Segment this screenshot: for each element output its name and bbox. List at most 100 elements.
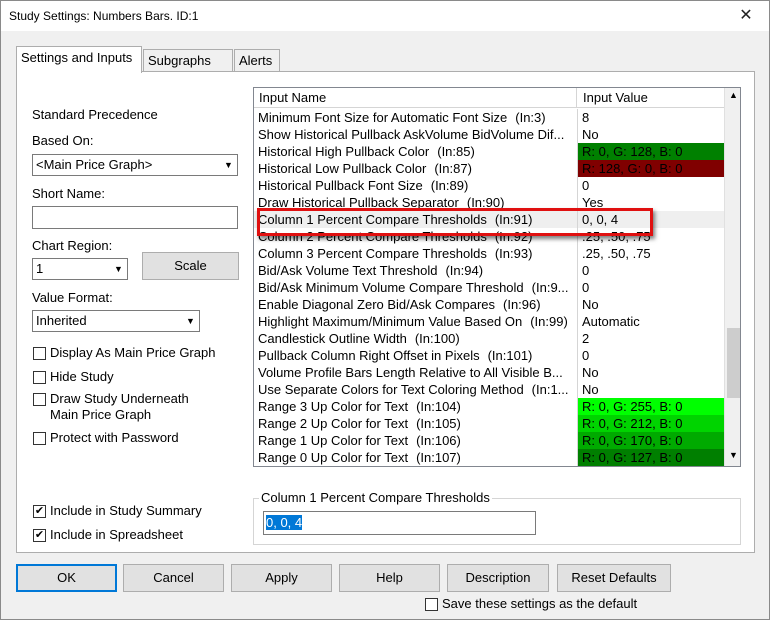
scroll-up-icon[interactable]: ▲ — [725, 90, 740, 104]
scrollbar-thumb[interactable] — [727, 328, 740, 398]
input-name-cell: Highlight Maximum/Minimum Value Based On… — [258, 314, 576, 329]
protect-with-password-checkbox[interactable] — [33, 432, 46, 445]
input-value-cell[interactable]: .25, .50, .75 — [578, 245, 724, 262]
chart-region-dropdown[interactable]: 1 ▼ — [32, 258, 128, 280]
table-row[interactable]: Historical High Pullback Color (In:85) R: … — [254, 143, 724, 160]
column-header-input-name[interactable]: Input Name — [254, 88, 577, 108]
tab-alerts[interactable]: Alerts — [234, 49, 280, 72]
edit-value-text: 0, 0, 4 — [266, 515, 303, 530]
table-row[interactable]: Historical Pullback Font Size (In:89) 0 — [254, 177, 724, 194]
chart-region-value: 1 — [36, 261, 44, 276]
table-row[interactable]: Minimum Font Size for Automatic Font Siz… — [254, 109, 724, 126]
input-number-text: (In:3) — [515, 110, 546, 125]
input-name-cell: Bid/Ask Minimum Volume Compare Threshold… — [258, 280, 576, 295]
input-value-cell[interactable]: No — [578, 126, 724, 143]
include-in-study-summary-checkbox[interactable]: ✔ — [33, 505, 46, 518]
input-name-text: Historical High Pullback Color — [258, 144, 430, 159]
input-number-text: (In:89) — [430, 178, 469, 193]
table-row[interactable]: Bid/Ask Minimum Volume Compare Threshold… — [254, 279, 724, 296]
input-value-cell[interactable]: Automatic — [578, 313, 724, 330]
input-value-cell[interactable]: 8 — [578, 109, 724, 126]
edit-value-input[interactable]: 0, 0, 4 — [263, 511, 536, 535]
table-row[interactable]: Highlight Maximum/Minimum Value Based On… — [254, 313, 724, 330]
grid-rows: Minimum Font Size for Automatic Font Siz… — [254, 109, 724, 466]
input-number-text: (In:94) — [445, 263, 484, 278]
ok-button[interactable]: OK — [16, 564, 117, 592]
input-name-text: Bid/Ask Minimum Volume Compare Threshold — [258, 280, 524, 295]
input-value-cell[interactable]: R: 0, G: 255, B: 0 — [578, 398, 724, 415]
input-name-cell: Minimum Font Size for Automatic Font Siz… — [258, 110, 576, 125]
based-on-value: <Main Price Graph> — [36, 157, 153, 172]
scroll-down-icon[interactable]: ▼ — [725, 450, 740, 464]
table-row[interactable]: Pullback Column Right Offset in Pixels (I… — [254, 347, 724, 364]
short-name-input[interactable] — [32, 206, 238, 229]
input-value-cell[interactable]: 0 — [578, 177, 724, 194]
close-icon[interactable]: ✕ — [723, 1, 769, 31]
input-value-cell[interactable]: 0 — [578, 347, 724, 364]
table-row[interactable]: Range 1 Up Color for Text (In:106) R: 0, G… — [254, 432, 724, 449]
column-header-input-value[interactable]: Input Value — [578, 88, 724, 108]
checkmark-icon: ✔ — [34, 505, 45, 517]
scale-button[interactable]: Scale — [142, 252, 239, 280]
title-bar: Study Settings: Numbers Bars. ID:1 ✕ — [1, 1, 769, 31]
table-row[interactable]: Range 3 Up Color for Text (In:104) R: 0, G… — [254, 398, 724, 415]
input-name-cell: Use Separate Colors for Text Coloring Me… — [258, 382, 576, 397]
input-value-cell[interactable]: 0 — [578, 262, 724, 279]
input-name-text: Column 3 Percent Compare Thresholds — [258, 246, 487, 261]
description-button[interactable]: Description — [447, 564, 549, 592]
input-name-text: Pullback Column Right Offset in Pixels — [258, 348, 480, 363]
input-number-text: (In:96) — [503, 297, 541, 312]
input-number-text: (In:93) — [494, 246, 533, 261]
table-row[interactable]: Bid/Ask Volume Text Threshold (In:94) 0 — [254, 262, 724, 279]
include-in-spreadsheet-checkbox[interactable]: ✔ — [33, 529, 46, 542]
save-as-default-checkbox[interactable] — [425, 598, 438, 611]
input-name-text: Enable Diagonal Zero Bid/Ask Compares — [258, 297, 496, 312]
help-button[interactable]: Help — [339, 564, 440, 592]
table-row[interactable]: Enable Diagonal Zero Bid/Ask Compares (In… — [254, 296, 724, 313]
input-number-text: (In:104) — [416, 399, 461, 414]
input-number-text: (In:99) — [530, 314, 568, 329]
input-name-cell: Range 0 Up Color for Text (In:107) — [258, 450, 576, 465]
input-number-text: (In:107) — [416, 450, 461, 465]
hide-study-checkbox[interactable] — [33, 371, 46, 384]
input-name-cell: Historical Pullback Font Size (In:89) — [258, 178, 576, 193]
table-row[interactable]: Column 3 Percent Compare Thresholds (In:9… — [254, 245, 724, 262]
short-name-label: Short Name: — [32, 186, 105, 201]
value-format-dropdown[interactable]: Inherited ▼ — [32, 310, 200, 332]
draw-study-underneath-checkbox[interactable] — [33, 393, 46, 406]
input-value-cell[interactable]: R: 128, G: 0, B: 0 — [578, 160, 724, 177]
table-row[interactable]: Range 0 Up Color for Text (In:107) R: 0, G… — [254, 449, 724, 466]
input-number-text: (In:1... — [531, 382, 569, 397]
cancel-button[interactable]: Cancel — [123, 564, 224, 592]
input-value-cell[interactable]: No — [578, 296, 724, 313]
table-row[interactable]: Show Historical Pullback AskVolume BidVo… — [254, 126, 724, 143]
protect-with-password-label: Protect with Password — [50, 430, 179, 445]
input-value-cell[interactable]: No — [578, 381, 724, 398]
based-on-dropdown[interactable]: <Main Price Graph> ▼ — [32, 154, 238, 176]
input-value-cell[interactable]: 2 — [578, 330, 724, 347]
input-value-cell[interactable]: R: 0, G: 128, B: 0 — [578, 143, 724, 160]
display-as-main-price-graph-label: Display As Main Price Graph — [50, 345, 216, 360]
table-row[interactable]: Volume Profile Bars Length Relative to A… — [254, 364, 724, 381]
table-row[interactable]: Use Separate Colors for Text Coloring Me… — [254, 381, 724, 398]
input-value-cell[interactable]: R: 0, G: 127, B: 0 — [578, 449, 724, 466]
tab-subgraphs[interactable]: Subgraphs — [143, 49, 233, 72]
table-row[interactable]: Range 2 Up Color for Text (In:105) R: 0, G… — [254, 415, 724, 432]
hide-study-label: Hide Study — [50, 369, 114, 384]
input-value-cell[interactable]: R: 0, G: 212, B: 0 — [578, 415, 724, 432]
input-name-text: Historical Pullback Font Size — [258, 178, 423, 193]
value-format-value: Inherited — [36, 313, 87, 328]
reset-defaults-button[interactable]: Reset Defaults — [557, 564, 671, 592]
grid-scrollbar[interactable]: ▲ ▼ — [724, 88, 740, 466]
input-value-cell[interactable]: 0 — [578, 279, 724, 296]
display-as-main-price-graph-checkbox[interactable] — [33, 347, 46, 360]
inputs-grid[interactable]: Input Name Input Value Minimum Font Size… — [253, 87, 741, 467]
table-row[interactable]: Candlestick Outline Width (In:100) 2 — [254, 330, 724, 347]
table-row[interactable]: Historical Low Pullback Color (In:87) R: 1… — [254, 160, 724, 177]
input-name-text: Highlight Maximum/Minimum Value Based On — [258, 314, 523, 329]
study-settings-window: Study Settings: Numbers Bars. ID:1 ✕ Set… — [0, 0, 770, 620]
apply-button[interactable]: Apply — [231, 564, 332, 592]
input-value-cell[interactable]: No — [578, 364, 724, 381]
tab-settings-and-inputs[interactable]: Settings and Inputs — [16, 46, 142, 73]
input-value-cell[interactable]: R: 0, G: 170, B: 0 — [578, 432, 724, 449]
